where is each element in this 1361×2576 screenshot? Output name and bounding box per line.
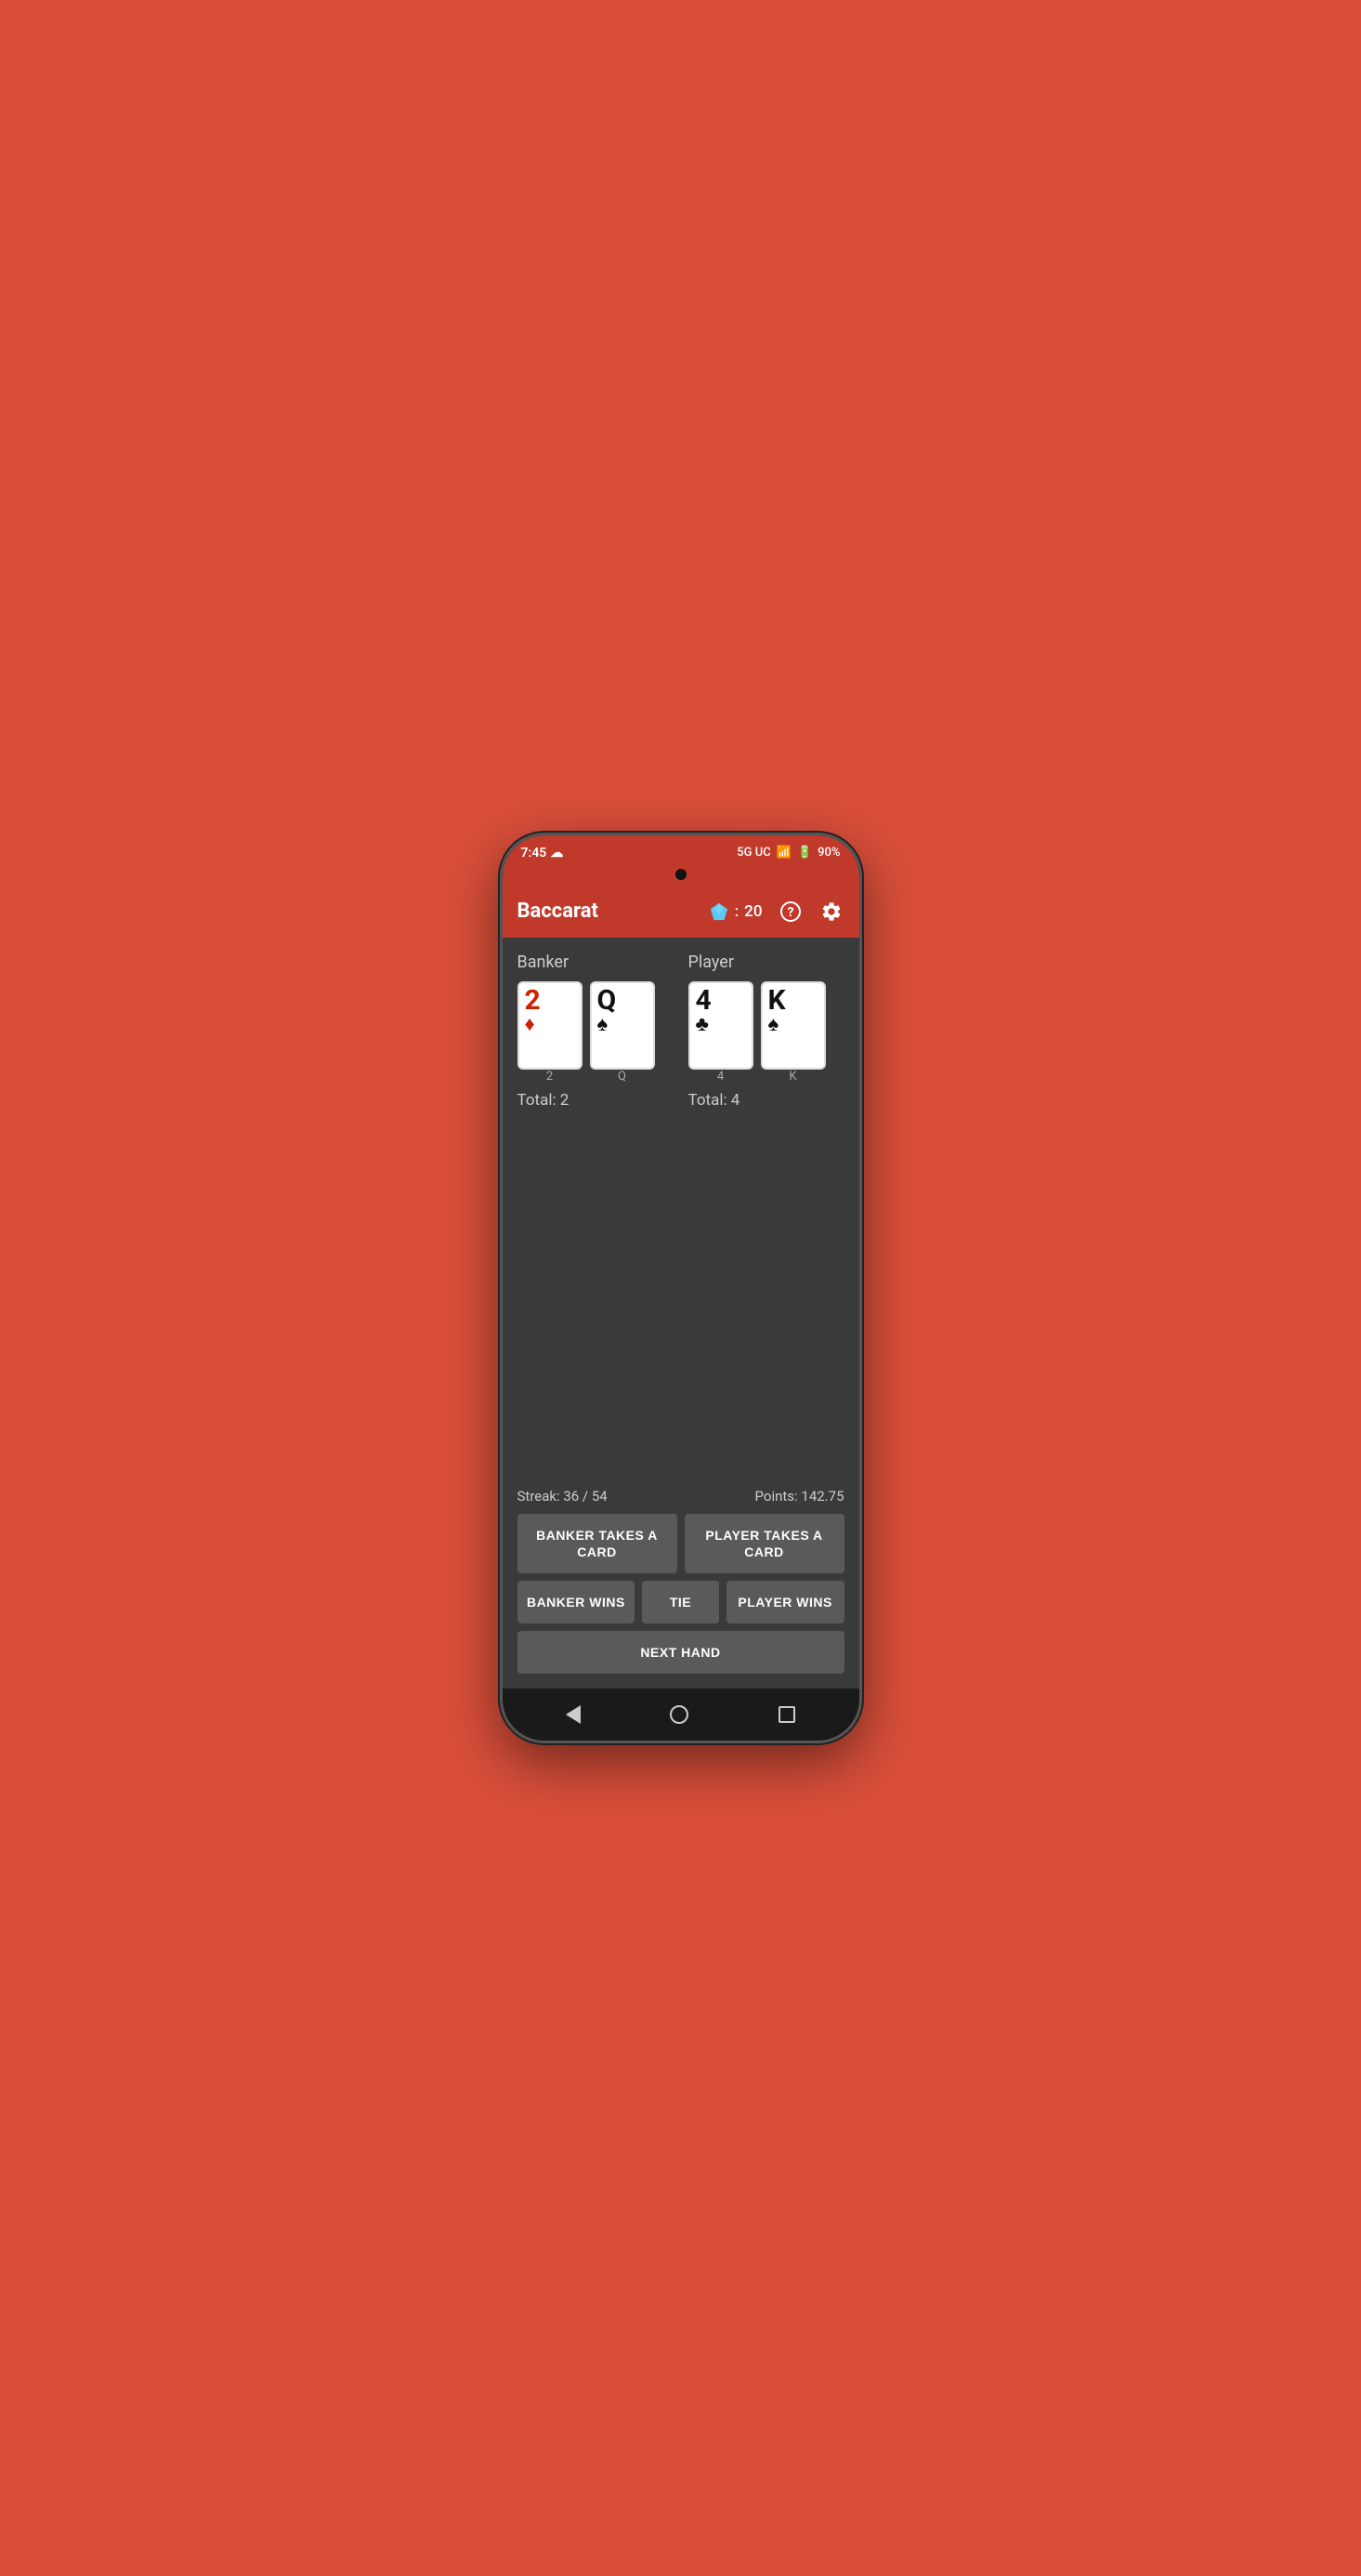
action-buttons: BANKER TAKES A CARD PLAYER TAKES A CARD … <box>517 1514 844 1675</box>
player-total: Total: 4 <box>688 1091 844 1110</box>
hands-row: Banker 2 ♦ 2 Q <box>517 953 844 1110</box>
next-hand-row: NEXT HAND <box>517 1631 844 1674</box>
phone-device: 7:45 ☁ 5G UC 📶 🔋 90% Baccarat <box>500 833 862 1744</box>
home-icon <box>670 1705 688 1724</box>
gem-value: : <box>735 902 739 921</box>
next-hand-button[interactable]: NEXT HAND <box>517 1631 844 1674</box>
banker-card-1-suit: ♦ <box>525 1015 535 1035</box>
banker-card-2-label: Q <box>590 1070 655 1084</box>
player-card-1: 4 ♣ 4 <box>688 981 753 1084</box>
notch-area <box>503 869 859 886</box>
help-button[interactable]: ? <box>778 899 804 925</box>
signal-text: 5G UC <box>737 846 770 860</box>
stats-row: Streak: 36 / 54 Points: 142.75 <box>517 1477 844 1514</box>
player-card-2: K ♠ K <box>761 981 826 1084</box>
player-card-1-suit: ♣ <box>696 1015 709 1035</box>
gem-count: 20 <box>744 902 762 921</box>
camera-dot <box>675 869 687 880</box>
banker-label: Banker <box>517 953 674 972</box>
winner-row: BANKER WINS TIE PLAYER WINS <box>517 1581 844 1623</box>
banker-card-1: 2 ♦ 2 <box>517 981 582 1084</box>
battery-icon: 🔋 <box>797 846 812 860</box>
streak-stat: Streak: 36 / 54 <box>517 1488 608 1505</box>
settings-button[interactable] <box>818 899 844 925</box>
banker-card-1-value: 2 <box>525 987 541 1015</box>
gem-score: : 20 <box>709 901 763 922</box>
points-stat: Points: 142.75 <box>755 1488 844 1505</box>
banker-card-2-value: Q <box>597 987 617 1015</box>
banker-hand: Banker 2 ♦ 2 Q <box>517 953 674 1110</box>
bottom-section: Streak: 36 / 54 Points: 142.75 BANKER TA… <box>503 1477 859 1689</box>
nav-bar <box>503 1689 859 1741</box>
banker-card-2-suit: ♠ <box>597 1015 609 1035</box>
nav-back-button[interactable] <box>566 1705 581 1724</box>
tie-button[interactable]: TIE <box>642 1581 718 1623</box>
battery-text: 90% <box>818 846 840 860</box>
app-bar-right: : 20 ? <box>709 899 844 925</box>
banker-card-2-face: Q ♠ <box>590 981 655 1070</box>
banker-card-2: Q ♠ Q <box>590 981 655 1084</box>
banker-cards-row: 2 ♦ 2 Q ♠ Q <box>517 981 674 1084</box>
player-card-2-suit: ♠ <box>768 1015 779 1035</box>
recents-icon <box>779 1706 795 1723</box>
cloud-icon: ☁ <box>550 846 563 861</box>
back-icon <box>566 1705 581 1724</box>
player-wins-button[interactable]: PLAYER WINS <box>726 1581 844 1623</box>
status-right-icons: 5G UC 📶 🔋 90% <box>737 846 840 860</box>
svg-text:?: ? <box>787 905 793 920</box>
banker-card-1-label: 2 <box>517 1070 582 1084</box>
app-bar: Baccarat : 20 ? <box>503 886 859 938</box>
banker-wins-button[interactable]: BANKER WINS <box>517 1581 635 1623</box>
banker-takes-card-button[interactable]: BANKER TAKES A CARD <box>517 1514 677 1573</box>
nav-recents-button[interactable] <box>779 1706 795 1723</box>
player-cards-row: 4 ♣ 4 K ♠ K <box>688 981 844 1084</box>
player-hand: Player 4 ♣ 4 K <box>688 953 844 1110</box>
app-title: Baccarat <box>517 900 709 923</box>
player-card-1-label: 4 <box>688 1070 753 1084</box>
nav-home-button[interactable] <box>670 1705 688 1724</box>
player-takes-card-button[interactable]: PLAYER TAKES A CARD <box>685 1514 844 1573</box>
main-content: Banker 2 ♦ 2 Q <box>503 938 859 1477</box>
status-bar: 7:45 ☁ 5G UC 📶 🔋 90% <box>503 835 859 869</box>
player-card-2-value: K <box>768 987 786 1015</box>
player-label: Player <box>688 953 844 972</box>
banker-card-1-face: 2 ♦ <box>517 981 582 1070</box>
gem-icon <box>709 901 729 922</box>
player-card-2-face: K ♠ <box>761 981 826 1070</box>
player-card-1-value: 4 <box>696 987 712 1015</box>
banker-total: Total: 2 <box>517 1091 674 1110</box>
status-time: 7:45 ☁ <box>521 846 564 861</box>
player-card-2-label: K <box>761 1070 826 1084</box>
player-card-1-face: 4 ♣ <box>688 981 753 1070</box>
take-card-row: BANKER TAKES A CARD PLAYER TAKES A CARD <box>517 1514 844 1573</box>
signal-icon: 📶 <box>777 846 792 860</box>
